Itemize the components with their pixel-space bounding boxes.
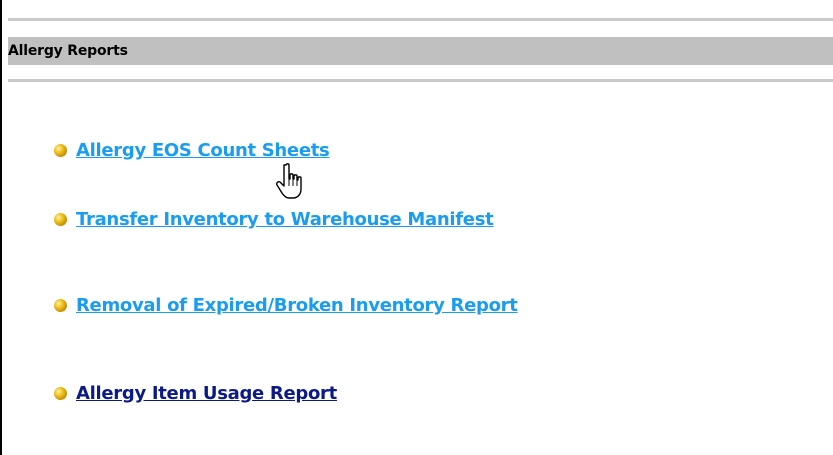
report-item-usage-report: Allergy Item Usage Report xyxy=(54,383,337,404)
bullet-icon xyxy=(54,387,67,400)
left-border xyxy=(0,0,2,455)
report-item-removal-expired: Removal of Expired/Broken Inventory Repo… xyxy=(54,295,518,316)
header-divider xyxy=(8,79,833,82)
bullet-icon xyxy=(54,144,67,157)
page: Allergy Reports Allergy EOS Count Sheets… xyxy=(0,0,833,455)
report-item-eos-count-sheets: Allergy EOS Count Sheets xyxy=(54,140,330,161)
hand-pointer-icon xyxy=(276,163,302,199)
bullet-icon xyxy=(54,299,67,312)
report-link-removal-expired[interactable]: Removal of Expired/Broken Inventory Repo… xyxy=(76,295,518,316)
report-item-transfer-manifest: Transfer Inventory to Warehouse Manifest xyxy=(54,209,494,230)
section-header: Allergy Reports xyxy=(8,37,833,65)
top-divider xyxy=(8,18,833,21)
report-link-usage-report[interactable]: Allergy Item Usage Report xyxy=(76,383,337,404)
report-link-eos-count-sheets[interactable]: Allergy EOS Count Sheets xyxy=(76,140,330,161)
section-title: Allergy Reports xyxy=(8,43,128,59)
report-link-transfer-manifest[interactable]: Transfer Inventory to Warehouse Manifest xyxy=(76,209,494,230)
bullet-icon xyxy=(54,213,67,226)
